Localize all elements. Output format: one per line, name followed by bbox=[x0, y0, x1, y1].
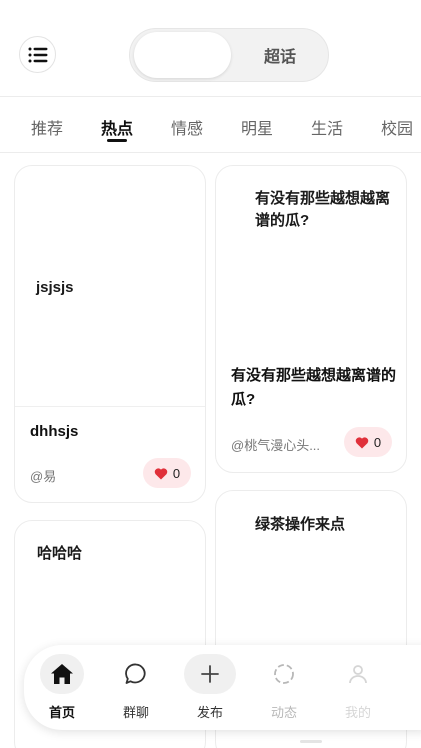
cover-text: 有没有那些越想越离谱的瓜? bbox=[255, 190, 391, 229]
cover-text: 哈哈哈 bbox=[37, 545, 83, 562]
hamburger-menu-icon bbox=[28, 47, 48, 63]
nav-group-chat-label: 群聊 bbox=[122, 705, 149, 720]
cover-text: 绿茶操作来点 bbox=[255, 516, 346, 533]
like-count: 0 bbox=[373, 434, 382, 450]
top-bar: 超话 bbox=[0, 0, 421, 97]
nav-activity-label: 动态 bbox=[270, 705, 297, 720]
category-tabs: 推荐 热点 情感 明星 生活 校园 bbox=[0, 97, 421, 153]
nav-publish-label: 发布 bbox=[196, 705, 223, 720]
post-author[interactable]: @桃气漫心头... bbox=[231, 435, 320, 454]
menu-button[interactable] bbox=[19, 36, 56, 73]
like-button[interactable]: 0 bbox=[143, 458, 191, 488]
nav-home-label: 首页 bbox=[48, 705, 75, 720]
nav-group-chat[interactable]: 群聊 bbox=[106, 645, 166, 730]
post-title: 有没有那些越想越离谱的瓜? bbox=[231, 367, 397, 408]
like-button[interactable]: 0 bbox=[344, 427, 392, 457]
bottom-navigation: 首页 群聊 发布 动态 我的 bbox=[24, 645, 421, 730]
heart-icon bbox=[355, 436, 369, 449]
app-screen: 超话 推荐 热点 情感 明星 生活 校园 jsjsjs dhhsjs @易 0 … bbox=[0, 0, 421, 748]
home-indicator bbox=[300, 740, 322, 743]
tab-campus[interactable]: 校园 bbox=[381, 115, 413, 139]
like-count: 0 bbox=[172, 465, 181, 481]
plus-icon bbox=[184, 654, 236, 694]
active-tab-indicator bbox=[107, 139, 127, 142]
tab-life[interactable]: 生活 bbox=[311, 115, 343, 139]
tab-emotion[interactable]: 情感 bbox=[171, 115, 203, 139]
heart-icon bbox=[154, 467, 168, 480]
segment-option-selected[interactable] bbox=[134, 32, 231, 78]
post-cover: jsjsjs bbox=[15, 166, 205, 407]
nav-profile[interactable]: 我的 bbox=[328, 645, 388, 730]
tab-recommend[interactable]: 推荐 bbox=[31, 115, 63, 139]
nav-publish[interactable]: 发布 bbox=[180, 645, 240, 730]
post-title: dhhsjs bbox=[30, 423, 79, 440]
home-icon bbox=[40, 654, 84, 694]
post-cover: 有没有那些越想越离谱的瓜? bbox=[216, 166, 406, 346]
post-card[interactable]: 有没有那些越想越离谱的瓜? 有没有那些越想越离谱的瓜? @桃气漫心头... 0 bbox=[215, 165, 407, 473]
activity-icon bbox=[262, 654, 306, 694]
nav-activity[interactable]: 动态 bbox=[254, 645, 314, 730]
post-card[interactable]: jsjsjs dhhsjs @易 0 bbox=[14, 165, 206, 503]
nav-home[interactable]: 首页 bbox=[32, 645, 92, 730]
feed-segment-control: 超话 bbox=[129, 28, 329, 82]
segment-option-chaohua[interactable]: 超话 bbox=[233, 29, 327, 81]
profile-icon bbox=[336, 654, 380, 694]
cover-text: jsjsjs bbox=[36, 279, 74, 296]
post-author[interactable]: @易 bbox=[30, 466, 56, 485]
tab-celebrity[interactable]: 明星 bbox=[241, 115, 273, 139]
tab-hot[interactable]: 热点 bbox=[101, 115, 133, 139]
nav-profile-label: 我的 bbox=[344, 705, 371, 720]
chat-bubble-icon bbox=[114, 654, 158, 694]
